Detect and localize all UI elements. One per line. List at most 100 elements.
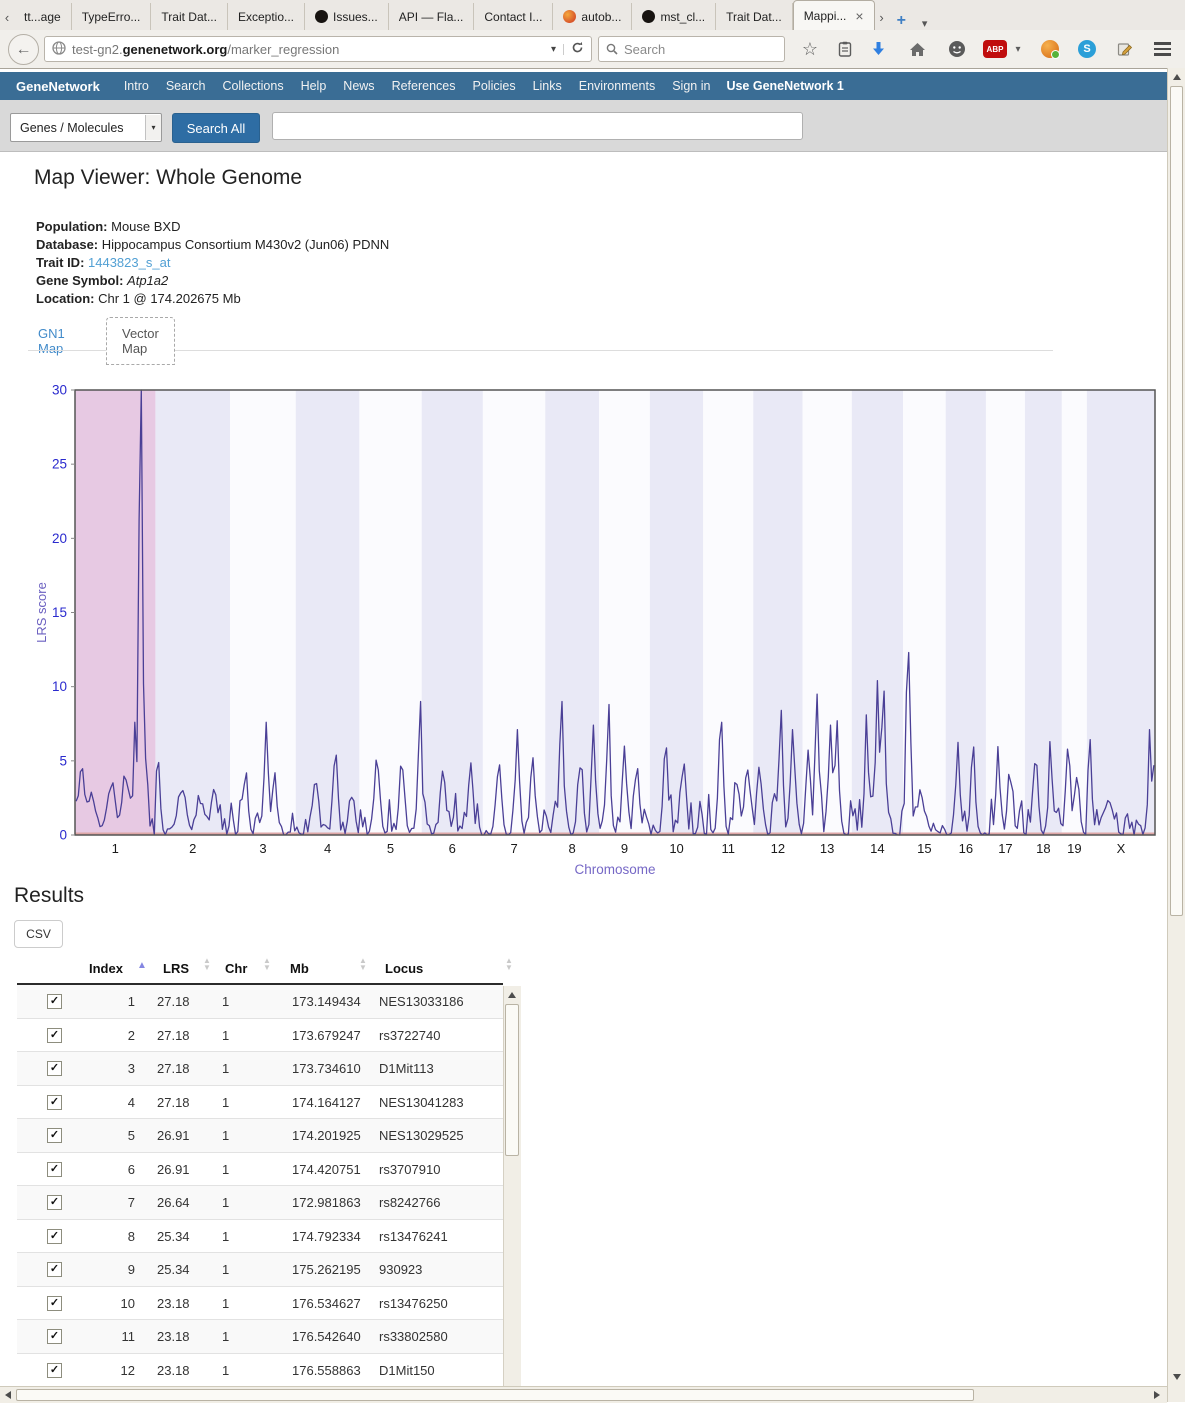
browser-tab[interactable]: Trait Dat... xyxy=(151,3,228,30)
column-header-locus[interactable]: Locus xyxy=(385,961,423,976)
table-scrollbar[interactable] xyxy=(503,986,521,1386)
table-scrollbar-thumb[interactable] xyxy=(505,1004,519,1156)
horizontal-scrollbar-thumb[interactable] xyxy=(16,1389,974,1401)
addon-orange-icon[interactable] xyxy=(1038,38,1062,60)
scroll-left-icon[interactable] xyxy=(1,1388,15,1402)
page-edit-icon[interactable] xyxy=(1113,38,1137,60)
csv-button[interactable]: CSV xyxy=(14,920,63,948)
genome-scan-chart[interactable]: 12345678910111213141516171819X0510152025… xyxy=(30,382,1170,882)
brand-genenetwork[interactable]: GeneNetwork xyxy=(16,79,100,94)
use-genenetwork1-link[interactable]: Use GeneNetwork 1 xyxy=(726,79,843,93)
browser-toolbar: ← test-gn2.genenetwork.org/marker_regres… xyxy=(0,30,1185,69)
bookmark-star-icon[interactable]: ☆ xyxy=(798,38,822,60)
new-tab-button[interactable]: + xyxy=(889,12,914,30)
browser-tab[interactable]: tt...age xyxy=(14,3,72,30)
browser-tab[interactable]: Issues... xyxy=(305,3,389,30)
sort-asc-icon[interactable]: ▲ xyxy=(137,960,147,971)
site-nav-item-sign-in[interactable]: Sign in xyxy=(672,79,710,93)
sort-both-icon[interactable]: ▲▼ xyxy=(359,957,367,971)
scroll-up-icon[interactable] xyxy=(1170,70,1184,84)
tab-list-button[interactable]: ▾ xyxy=(914,17,936,30)
table-row[interactable]: ✓127.181173.149434NES13033186 xyxy=(17,985,503,1019)
row-checkbox[interactable]: ✓ xyxy=(47,1229,62,1244)
site-search-input[interactable] xyxy=(272,112,803,140)
table-scroll-up-icon[interactable] xyxy=(505,988,519,1002)
site-nav-item-links[interactable]: Links xyxy=(533,79,562,93)
tab-close-icon[interactable]: × xyxy=(855,8,863,24)
table-row[interactable]: ✓427.181174.164127NES13041283 xyxy=(17,1086,503,1120)
site-nav-item-news[interactable]: News xyxy=(343,79,374,93)
site-nav-item-references[interactable]: References xyxy=(392,79,456,93)
site-nav-item-collections[interactable]: Collections xyxy=(222,79,283,93)
url-bar[interactable]: test-gn2.genenetwork.org/marker_regressi… xyxy=(44,36,592,62)
search-category-select[interactable]: Genes / Molecules ▾ xyxy=(10,113,162,142)
vertical-scrollbar-thumb[interactable] xyxy=(1170,86,1183,916)
row-checkbox[interactable]: ✓ xyxy=(47,1363,62,1378)
page-vertical-scrollbar[interactable] xyxy=(1167,68,1185,1402)
row-checkbox[interactable]: ✓ xyxy=(47,1296,62,1311)
home-icon[interactable] xyxy=(905,38,929,60)
table-row[interactable]: ✓526.911174.201925NES13029525 xyxy=(17,1119,503,1153)
adblock-icon[interactable]: ABP xyxy=(983,38,1007,60)
row-checkbox[interactable]: ✓ xyxy=(47,1095,62,1110)
site-nav-item-environments[interactable]: Environments xyxy=(579,79,655,93)
column-header-lrs[interactable]: LRS xyxy=(163,961,189,976)
sort-both-icon[interactable]: ▲▼ xyxy=(203,957,211,971)
scroll-right-icon[interactable] xyxy=(1150,1388,1164,1402)
browser-tab[interactable]: Trait Dat... xyxy=(716,3,793,30)
browser-tab[interactable]: Exceptio... xyxy=(228,3,305,30)
sort-both-icon[interactable]: ▲▼ xyxy=(505,957,513,971)
row-checkbox[interactable]: ✓ xyxy=(47,1195,62,1210)
meta-value[interactable]: 1443823_s_at xyxy=(88,255,170,270)
site-nav-item-intro[interactable]: Intro xyxy=(124,79,149,93)
page-horizontal-scrollbar[interactable] xyxy=(0,1386,1167,1403)
row-checkbox[interactable]: ✓ xyxy=(47,994,62,1009)
table-row[interactable]: ✓1023.181176.534627rs13476250 xyxy=(17,1287,503,1321)
browser-search-field[interactable]: Search xyxy=(598,36,785,62)
cell-lrs: 27.18 xyxy=(157,1095,190,1110)
column-header-mb[interactable]: Mb xyxy=(290,961,309,976)
row-checkbox[interactable]: ✓ xyxy=(47,1061,62,1076)
site-nav-item-help[interactable]: Help xyxy=(301,79,327,93)
back-button[interactable]: ← xyxy=(8,34,39,65)
table-row[interactable]: ✓925.341175.262195930923 xyxy=(17,1253,503,1287)
search-all-button[interactable]: Search All xyxy=(172,113,260,143)
browser-tab[interactable]: autob... xyxy=(553,3,632,30)
column-header-index[interactable]: Index xyxy=(89,961,123,976)
tab-vector-map[interactable]: Vector Map xyxy=(106,317,175,365)
row-checkbox[interactable]: ✓ xyxy=(47,1329,62,1344)
tab-gn1-map[interactable]: GN1 Map xyxy=(38,326,65,356)
row-checkbox[interactable]: ✓ xyxy=(47,1162,62,1177)
browser-tab[interactable]: Contact I... xyxy=(474,3,553,30)
scroll-down-icon[interactable] xyxy=(1170,1370,1184,1384)
table-row[interactable]: ✓327.181173.734610D1Mit113 xyxy=(17,1052,503,1086)
menu-icon[interactable] xyxy=(1150,38,1174,60)
browser-tab[interactable]: TypeErro... xyxy=(72,3,152,30)
url-dropdown-caret[interactable]: ▾ xyxy=(544,44,564,55)
row-checkbox[interactable]: ✓ xyxy=(47,1262,62,1277)
row-checkbox[interactable]: ✓ xyxy=(47,1128,62,1143)
download-icon[interactable] xyxy=(866,38,890,60)
table-row[interactable]: ✓1223.181176.558863D1Mit150 xyxy=(17,1354,503,1388)
tab-scroll-left-button[interactable]: ‹ xyxy=(0,4,14,30)
adblock-menu-caret[interactable]: ▾ xyxy=(1011,38,1025,60)
reading-list-icon[interactable] xyxy=(833,38,857,60)
table-row[interactable]: ✓626.911174.420751rs3707910 xyxy=(17,1153,503,1187)
row-checkbox[interactable]: ✓ xyxy=(47,1028,62,1043)
column-header-chr[interactable]: Chr xyxy=(225,961,247,976)
table-row[interactable]: ✓227.181173.679247rs3722740 xyxy=(17,1019,503,1053)
site-nav-item-search[interactable]: Search xyxy=(166,79,206,93)
chat-icon[interactable] xyxy=(945,38,969,60)
browser-tab[interactable]: API — Fla... xyxy=(389,3,475,30)
browser-tab[interactable]: Mappi...× xyxy=(793,0,875,30)
sort-both-icon[interactable]: ▲▼ xyxy=(263,957,271,971)
browser-tab[interactable]: mst_cl... xyxy=(632,3,716,30)
table-row[interactable]: ✓825.341174.792334rs13476241 xyxy=(17,1220,503,1254)
cell-chr: 1 xyxy=(222,1128,229,1143)
site-nav-item-policies[interactable]: Policies xyxy=(473,79,516,93)
addon-s-icon[interactable]: S xyxy=(1075,38,1099,60)
table-row[interactable]: ✓1123.181176.542640rs33802580 xyxy=(17,1320,503,1354)
reload-icon[interactable] xyxy=(564,41,591,57)
table-row[interactable]: ✓726.641172.981863rs8242766 xyxy=(17,1186,503,1220)
tab-scroll-right-button[interactable]: › xyxy=(875,4,889,30)
